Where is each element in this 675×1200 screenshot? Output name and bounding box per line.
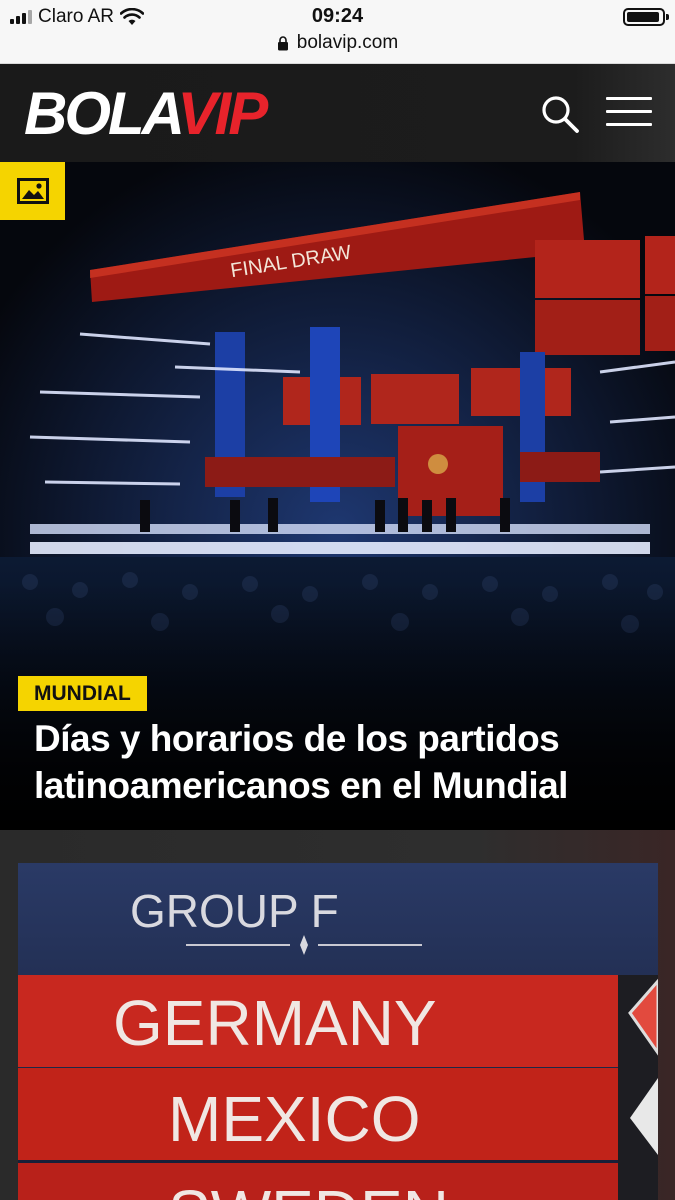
article-photo-group-f: GROUP F GERMANY MEXICO SWEDEN bbox=[18, 863, 658, 1200]
clock: 09:24 bbox=[311, 5, 364, 27]
category-tag[interactable]: MUNDIAL bbox=[18, 676, 147, 711]
logo-text-vip: VIP bbox=[177, 80, 269, 147]
featured-article[interactable]: FINAL DRAW MUNDIAL Días y horarios de lo… bbox=[0, 162, 675, 830]
hero-caption: MUNDIAL Días y horarios de los partidos … bbox=[18, 676, 658, 809]
photo-text-group: GROUP F bbox=[130, 885, 339, 937]
lock-icon bbox=[277, 35, 288, 50]
photo-text-team-3: SWEDEN bbox=[168, 1177, 449, 1200]
photo-text-team-2: MEXICO bbox=[168, 1083, 420, 1155]
photo-text-team-1: GERMANY bbox=[113, 987, 437, 1059]
status-bar: Claro AR 09:24 bolavip.com bbox=[0, 0, 675, 64]
headline-line: latinoamericanos en el Mundial bbox=[34, 765, 568, 806]
url-text: bolavip.com bbox=[296, 32, 399, 53]
bolavip-logo[interactable]: BOLAVIP bbox=[24, 84, 268, 144]
search-icon[interactable] bbox=[540, 94, 580, 134]
article-headline[interactable]: Días y horarios de los partidos latinoam… bbox=[18, 715, 658, 809]
site-header: BOLAVIP bbox=[0, 64, 675, 162]
article-card[interactable]: GROUP F GERMANY MEXICO SWEDEN bbox=[0, 830, 675, 1200]
battery-icon bbox=[623, 8, 669, 26]
image-gallery-icon bbox=[0, 162, 65, 220]
logo-text-bola: BOLA bbox=[24, 80, 181, 147]
address-bar[interactable]: bolavip.com bbox=[0, 32, 675, 54]
headline-line: Días y horarios de los partidos bbox=[34, 718, 560, 759]
hamburger-menu-icon[interactable] bbox=[606, 97, 652, 129]
battery-level bbox=[627, 12, 660, 22]
